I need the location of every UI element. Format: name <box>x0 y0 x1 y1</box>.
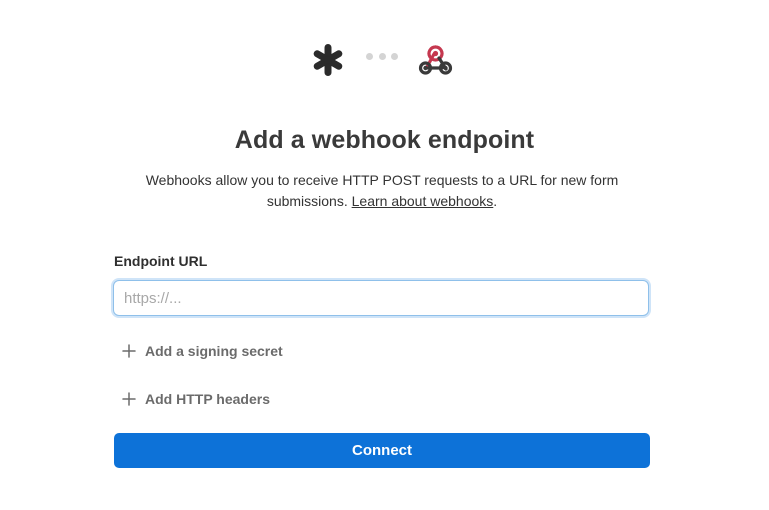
learn-about-webhooks-link[interactable]: Learn about webhooks <box>352 193 494 209</box>
description-suffix: . <box>493 193 498 209</box>
add-signing-secret-button[interactable]: Add a signing secret <box>120 340 283 362</box>
integration-logos <box>0 40 769 80</box>
add-signing-secret-label: Add a signing secret <box>145 343 283 359</box>
dot <box>378 53 386 60</box>
plus-icon <box>122 344 136 358</box>
add-http-headers-label: Add HTTP headers <box>145 391 270 407</box>
webhook-dialog: Add a webhook endpoint Webhooks allow yo… <box>0 0 769 510</box>
ellipsis-dots-icon <box>366 53 398 61</box>
dot <box>391 53 398 60</box>
dot <box>366 53 373 60</box>
webhook-icon <box>418 45 453 75</box>
endpoint-url-input[interactable] <box>113 280 649 316</box>
endpoint-url-label: Endpoint URL <box>114 253 208 269</box>
plus-icon <box>122 392 136 406</box>
asterisk-logo-icon <box>313 44 343 76</box>
connect-button[interactable]: Connect <box>114 433 650 468</box>
description: Webhooks allow you to receive HTTP POST … <box>120 170 644 212</box>
page-title: Add a webhook endpoint <box>234 126 535 154</box>
add-http-headers-button[interactable]: Add HTTP headers <box>120 388 270 410</box>
